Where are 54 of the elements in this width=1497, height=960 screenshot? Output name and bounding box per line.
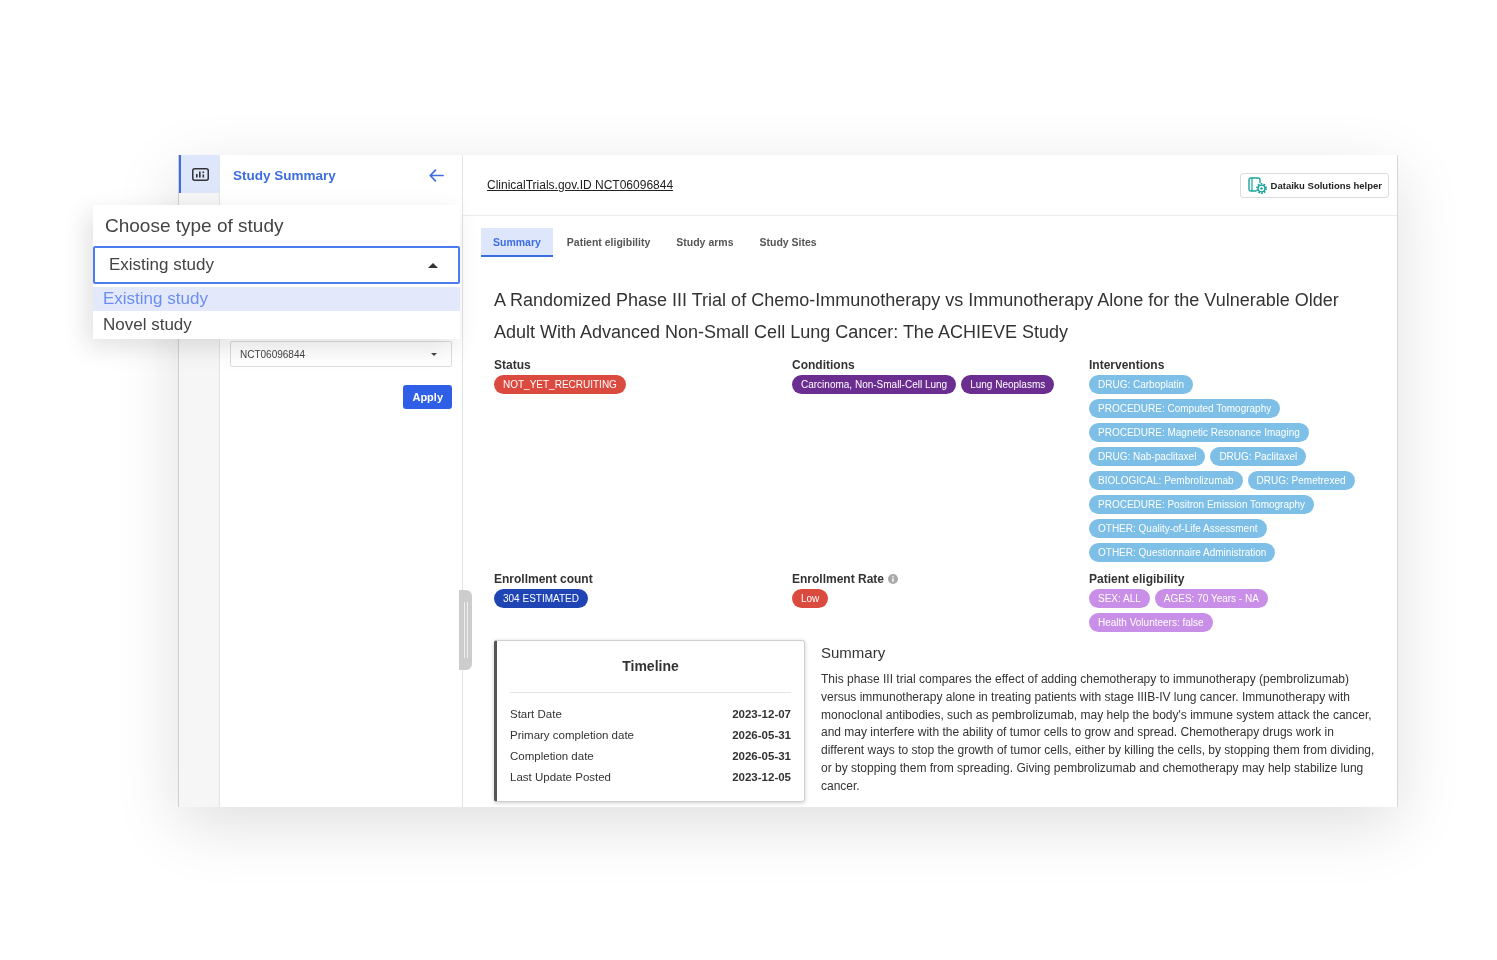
timeline-value: 2026-05-31 bbox=[732, 749, 791, 764]
timeline-value: 2026-05-31 bbox=[732, 728, 791, 743]
tag: SEX: ALL bbox=[1089, 589, 1150, 608]
study-title: A Randomized Phase III Trial of Chemo-Immunotherapy vs Immunotherapy Alone for the Vulnerable Older Adult With Advanced Non-Small Cell Lung Cancer: The ACHIEVE Study bbox=[494, 289, 1340, 344]
summary-heading: Summary bbox=[821, 644, 887, 662]
rail-item[interactable] bbox=[179, 155, 219, 193]
tag: DRUG: Pemetrexed bbox=[1247, 471, 1355, 490]
section-heading: Status bbox=[494, 358, 531, 372]
timeline-title: Timeline bbox=[621, 658, 680, 675]
dashboard-icon bbox=[191, 167, 209, 181]
tab[interactable]: Summary bbox=[481, 228, 553, 257]
timeline-label: Primary completion date bbox=[510, 728, 634, 743]
tag: NOT_YET_RECRUITING bbox=[494, 375, 626, 394]
section-heading: Enrollment Rate bbox=[792, 572, 884, 586]
resize-handle[interactable] bbox=[459, 590, 472, 670]
tab[interactable]: Study Sites bbox=[747, 228, 829, 257]
tag: AGES: 70 Years - NA bbox=[1154, 589, 1268, 608]
tag: PROCEDURE: Magnetic Resonance Imaging bbox=[1089, 423, 1309, 442]
study-select[interactable]: NCT06096844 bbox=[230, 341, 452, 367]
tag: DRUG: Carboplatin bbox=[1089, 375, 1194, 394]
dropdown-option[interactable]: Novel study bbox=[93, 313, 460, 337]
timeline-label: Last Update Posted bbox=[510, 770, 611, 785]
tag: DRUG: Paclitaxel bbox=[1210, 447, 1307, 466]
timeline-value: 2023-12-07 bbox=[732, 707, 791, 722]
apply-button[interactable]: Apply bbox=[403, 385, 452, 409]
section-heading: Patient eligibility bbox=[1089, 572, 1185, 586]
tag: Carcinoma, Non-Small-Cell Lung bbox=[792, 375, 957, 394]
tag: PROCEDURE: Computed Tomography bbox=[1089, 399, 1281, 418]
timeline-value: 2023-12-05 bbox=[732, 770, 791, 785]
tag: Low bbox=[792, 589, 829, 608]
tag: OTHER: Quality-of-Life Assessment bbox=[1089, 519, 1267, 538]
arrow-left-icon[interactable] bbox=[429, 168, 444, 182]
tag: OTHER: Questionnaire Administration bbox=[1089, 543, 1276, 562]
document-gear-icon bbox=[1247, 176, 1267, 194]
section-heading: Conditions bbox=[792, 358, 855, 372]
study-type-select[interactable]: Existing study bbox=[93, 246, 460, 284]
tag: PROCEDURE: Positron Emission Tomography bbox=[1089, 495, 1315, 514]
tag: DRUG: Nab-paclitaxel bbox=[1089, 447, 1206, 466]
summary-text: This phase III trial compares the effect of adding chemotherapy to immunotherapy (pembrolizumab) versus immunotherapy alone in treating patients with stage IIIB-IV lung cancer. Immunotherapy with monoclonal antibodies, such as pembrolizumab, may help the body's immune system attack the cancer, and may interfere with the ability of tumor cells to grow and spread. Chemotherapy drugs work in different ways to stop the growth of tumor cells, either by killing the cells, by stopping them from dividing, or by stopping them from spreading. Giving pembrolizumab and chemotherapy may help stabilize lung cancer. bbox=[821, 671, 1376, 795]
section-heading: Interventions bbox=[1089, 358, 1165, 372]
caret-down-icon bbox=[431, 352, 437, 356]
study-link[interactable]: ClinicalTrials.gov.ID NCT06096844 bbox=[487, 178, 674, 192]
timeline-label: Completion date bbox=[510, 749, 594, 764]
tag: 304 ESTIMATED bbox=[494, 589, 588, 608]
section-heading: Enrollment count bbox=[494, 572, 593, 586]
tab[interactable]: Study arms bbox=[664, 228, 746, 257]
timeline-label: Start Date bbox=[510, 707, 562, 722]
tag: Health Volunteers: false bbox=[1089, 613, 1213, 632]
panel-title: Study Summary bbox=[233, 167, 336, 183]
dropdown-label: Choose type of study bbox=[104, 214, 285, 238]
tab[interactable]: Patient eligibility bbox=[554, 228, 663, 257]
tag: BIOLOGICAL: Pembrolizumab bbox=[1089, 471, 1243, 490]
tag: Lung Neoplasms bbox=[961, 375, 1055, 394]
helper-button[interactable]: Dataiku Solutions helper bbox=[1239, 172, 1389, 198]
